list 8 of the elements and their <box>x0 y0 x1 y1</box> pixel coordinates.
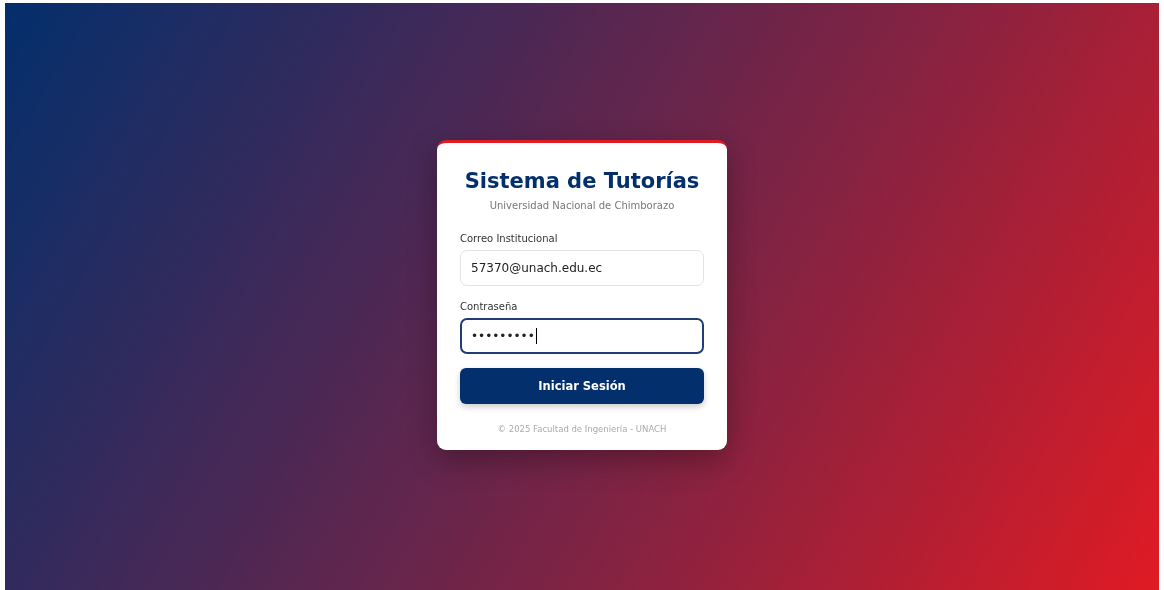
field-label: Contraseña <box>460 300 519 312</box>
footer-text: © 2025 Facultad de Ingeniería - UNACH <box>496 423 668 434</box>
app-title: Sistema de Tutorías <box>463 168 701 193</box>
password-field[interactable]: ••••••••• <box>460 317 704 354</box>
field-label: Correo Institucional <box>460 232 559 244</box>
login-button[interactable]: Iniciar Sesión <box>460 367 704 404</box>
university-name: Universidad Nacional de Chimborazo <box>488 199 676 211</box>
email-field[interactable]: 57370@unach.edu.ec <box>460 249 704 286</box>
